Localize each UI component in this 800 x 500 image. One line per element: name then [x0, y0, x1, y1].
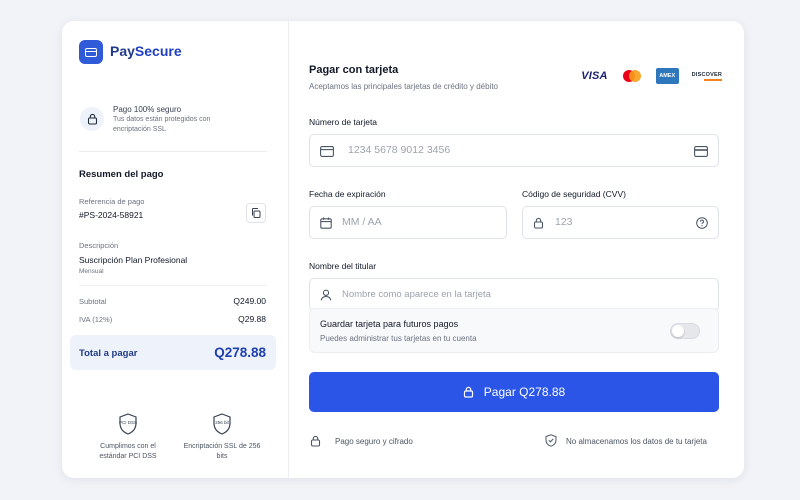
lock-icon	[463, 386, 473, 398]
order-summary-panel: PaySecure Pago 100% seguro Tus datos est…	[62, 21, 289, 478]
ssl-icon-text: 256 bit	[215, 420, 229, 425]
shield-check-icon	[545, 434, 557, 447]
description-label: Descripción	[79, 241, 119, 250]
reference-value: #PS-2024-58921	[79, 210, 144, 220]
discover-logo: DISCOVER	[692, 72, 722, 81]
brand-logo-icon	[79, 40, 103, 64]
amex-logo: AMEX	[655, 68, 679, 84]
toggle-knob	[672, 325, 684, 337]
brand-name: PaySecure	[110, 43, 182, 59]
card-logos: VISA AMEX DISCOVER	[581, 68, 722, 84]
ssl-badge: 256 bit Encriptación SSL de 256 bits	[182, 412, 262, 462]
payment-form-panel: Pagar con tarjeta Aceptamos las principa…	[289, 21, 744, 478]
cvv-placeholder: 123	[555, 216, 573, 228]
subtotal-label: Subtotal	[79, 297, 107, 306]
lock-icon	[80, 107, 104, 131]
save-card-subtitle: Puedes administrar tus tarjetas en tu cu…	[320, 334, 477, 343]
credit-card-icon	[320, 146, 334, 157]
security-subtitle: Tus datos están protegidos con encriptac…	[113, 116, 211, 133]
payment-card: PaySecure Pago 100% seguro Tus datos est…	[62, 21, 744, 478]
expiry-label: Fecha de expiración	[309, 189, 386, 199]
pay-button-label: Pagar Q278.88	[483, 385, 566, 399]
save-card-title: Guardar tarjeta para futuros pagos	[320, 319, 459, 329]
save-card-toggle[interactable]	[670, 323, 700, 339]
subtotal-value: Q249.00	[233, 296, 266, 306]
user-icon	[320, 289, 332, 301]
card-number-label: Número de tarjeta	[309, 117, 378, 127]
security-title: Pago 100% seguro	[113, 105, 182, 114]
form-title: Pagar con tarjeta	[309, 64, 399, 76]
copy-icon	[252, 208, 261, 218]
card-number-input[interactable]: 1234 5678 9012 3456	[309, 134, 719, 167]
no-storage-note: No almacenamos los datos de tu tarjeta	[566, 437, 707, 446]
pci-badge-text: Cumplimos con el estándar PCI DSS	[99, 443, 157, 460]
save-card-option: Guardar tarjeta para futuros pagos Puede…	[309, 308, 719, 353]
card-number-placeholder: 1234 5678 9012 3456	[348, 144, 451, 156]
calendar-icon	[320, 217, 332, 229]
pci-badge: PCI DSS Cumplimos con el estándar PCI DS…	[88, 412, 168, 462]
lock-icon	[533, 217, 544, 229]
tax-label: IVA (12%)	[79, 315, 113, 324]
help-icon[interactable]	[696, 217, 708, 229]
cvv-input[interactable]: 123	[522, 206, 719, 239]
mastercard-logo-icon	[622, 70, 641, 82]
total-label: Total a pagar	[79, 348, 138, 359]
copy-reference-button[interactable]	[246, 203, 266, 223]
description-period: Mensual	[79, 268, 104, 275]
expiry-input[interactable]: MM / AA	[309, 206, 507, 239]
summary-title: Resumen del pago	[79, 169, 164, 180]
visa-logo: VISA	[581, 70, 608, 82]
shield-256-icon: 256 bit	[213, 413, 231, 435]
reference-label: Referencia de pago	[79, 197, 145, 206]
holder-placeholder: Nombre como aparece en la tarjeta	[342, 289, 491, 300]
divider	[79, 285, 267, 286]
cvv-label: Código de seguridad (CVV)	[522, 189, 626, 199]
pay-button[interactable]: Pagar Q278.88	[309, 372, 719, 412]
ssl-badge-text: Encriptación SSL de 256 bits	[183, 443, 261, 460]
tax-value: Q29.88	[238, 314, 266, 324]
pci-icon-text: PCI DSS	[119, 420, 137, 425]
holder-label: Nombre del titular	[309, 261, 377, 271]
form-subtitle: Aceptamos las principales tarjetas de cr…	[309, 82, 498, 91]
card-type-icon	[694, 146, 708, 157]
holder-input[interactable]: Nombre como aparece en la tarjeta	[309, 278, 719, 311]
description-value: Suscripción Plan Profesional	[79, 255, 188, 265]
secure-payment-note: Pago seguro y cifrado	[335, 437, 413, 446]
lock-icon	[310, 435, 321, 447]
shield-pci-icon: PCI DSS	[119, 413, 137, 435]
expiry-placeholder: MM / AA	[342, 216, 382, 228]
total-value: Q278.88	[214, 345, 266, 360]
divider	[79, 151, 267, 152]
